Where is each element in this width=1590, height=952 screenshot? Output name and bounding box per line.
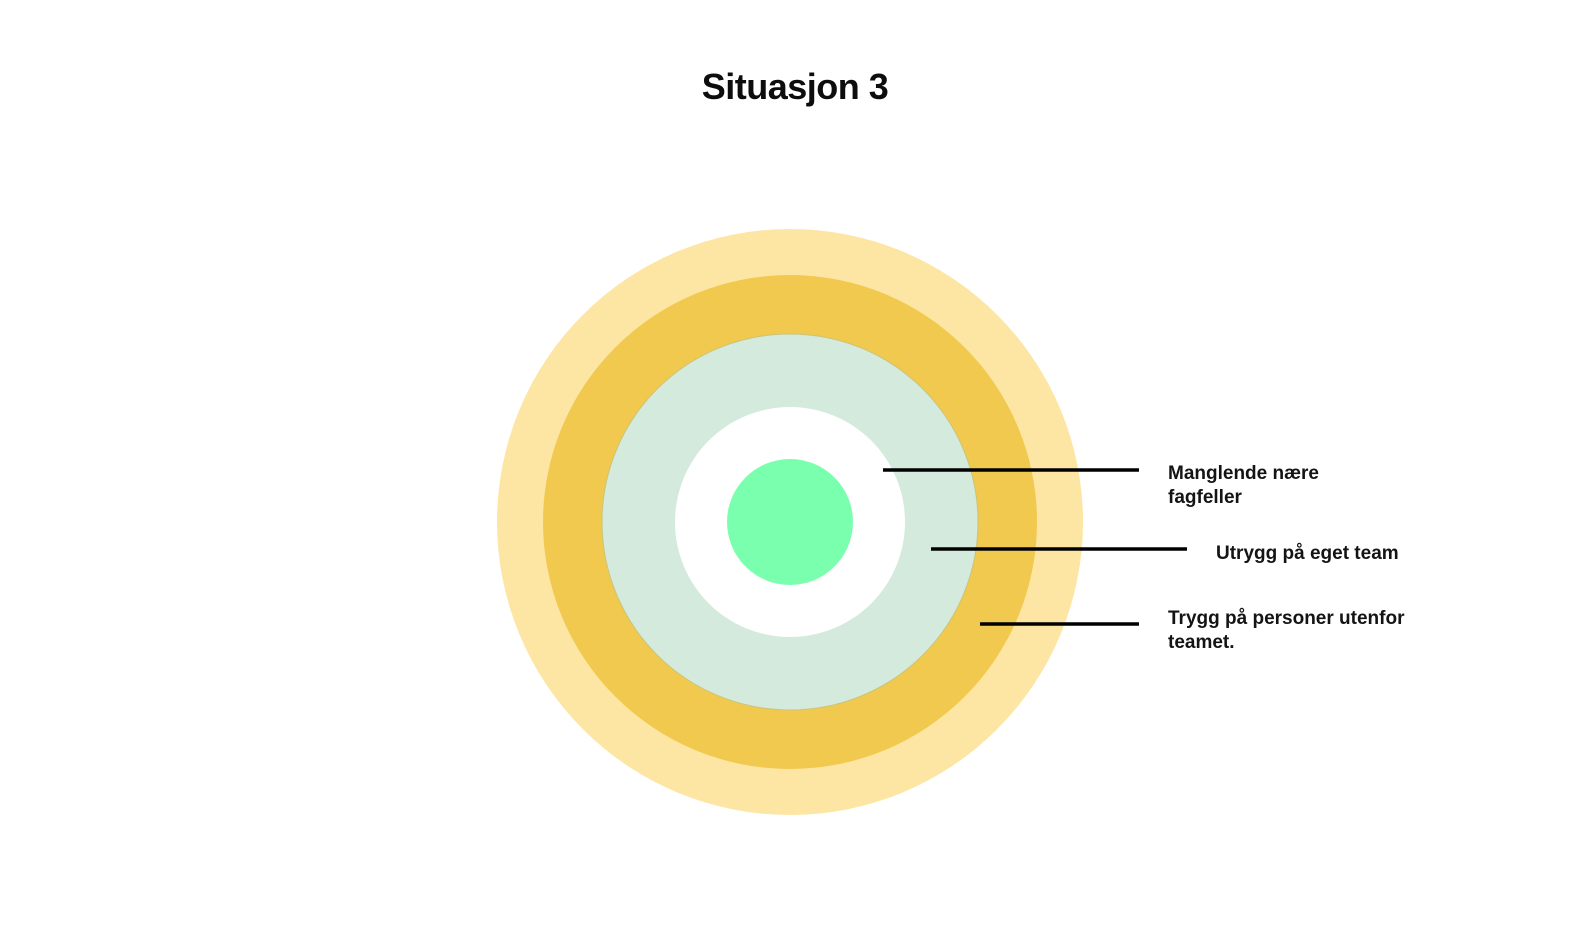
label-utrygg-pa-eget-team: Utrygg på eget team <box>1216 543 1399 564</box>
label-trygg-pa-personer-utenfor-teamet: Trygg på personer utenfor teamet. <box>1168 608 1405 653</box>
label-manglende-naere-fagfeller: Manglende nære fagfeller <box>1168 463 1319 508</box>
core-circle <box>727 459 853 585</box>
